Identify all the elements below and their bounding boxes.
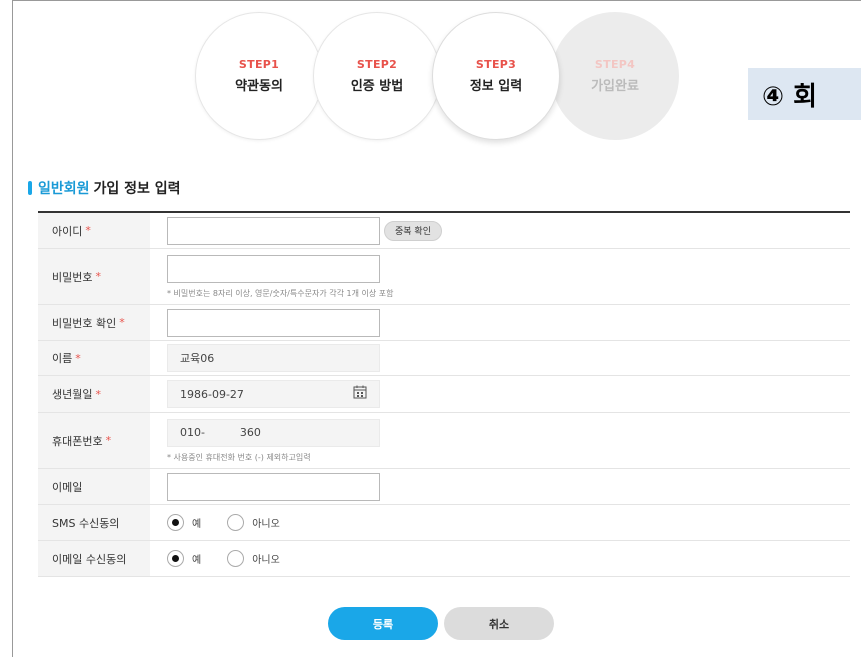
email-consent-no-label: 아니오 bbox=[252, 555, 280, 566]
id-label: 아이디 * bbox=[38, 213, 150, 248]
email-consent-yes-radio[interactable] bbox=[167, 550, 184, 567]
signup-form: 아이디 * 중복 확인 비밀번호 * * 비밀번호는 8자리 이상, 영문/숫자/특… bbox=[38, 211, 850, 577]
phone-hint: * 사용중인 휴대전화 번호 (-) 제외하고입력 bbox=[167, 452, 311, 462]
required-mark: * bbox=[105, 434, 112, 447]
form-actions: 등록 취소 bbox=[328, 607, 554, 640]
name-label: 이름 * bbox=[38, 341, 150, 375]
step-indicator: STEP1 약관동의 STEP2 인증 방법 STEP4 가입완료 STEP3 … bbox=[195, 12, 695, 152]
birth-label: 생년월일 * bbox=[38, 376, 150, 412]
id-input[interactable] bbox=[167, 216, 380, 245]
form-row-sms: SMS 수신동의 예 아니오 bbox=[38, 505, 850, 541]
password-confirm-label: 비밀번호 확인 * bbox=[38, 305, 150, 340]
step-2: STEP2 인증 방법 bbox=[313, 12, 441, 140]
calendar-icon[interactable] bbox=[353, 385, 367, 403]
email-consent-label: 이메일 수신동의 bbox=[38, 541, 150, 576]
section-title: 일반회원 가입 정보 입력 bbox=[28, 178, 181, 198]
password-confirm-input[interactable] bbox=[167, 308, 380, 337]
email-consent-no-radio[interactable] bbox=[227, 550, 245, 567]
required-mark: * bbox=[95, 387, 101, 401]
password-hint: * 비밀번호는 8자리 이상, 영문/숫자/특수문자가 각각 1개 이상 포함 bbox=[167, 288, 394, 298]
step-4-number: STEP4 bbox=[594, 58, 636, 71]
sms-yes-label: 예 bbox=[192, 519, 202, 530]
step-2-label: 인증 방법 bbox=[350, 79, 404, 94]
form-row-email: 이메일 bbox=[38, 469, 850, 505]
form-row-birth: 생년월일 * 1986-09-27 bbox=[38, 376, 850, 413]
phone-label: 휴대폰번호 * bbox=[38, 413, 150, 468]
form-row-phone: 휴대폰번호 * 010- 360 * 사용중인 휴대전화 번호 (-) 제외하고입… bbox=[38, 413, 850, 469]
phone-input: 010- 360 bbox=[167, 418, 380, 447]
password-label: 비밀번호 * bbox=[38, 249, 150, 304]
sms-yes-radio[interactable] bbox=[167, 514, 184, 531]
step-2-number: STEP2 bbox=[356, 58, 398, 71]
required-mark: * bbox=[85, 224, 91, 237]
form-row-email-consent: 이메일 수신동의 예 아니오 bbox=[38, 541, 850, 577]
sms-no-radio[interactable] bbox=[227, 514, 245, 531]
form-row-name: 이름 * 교육06 bbox=[38, 341, 850, 376]
email-consent-yes-label: 예 bbox=[192, 555, 202, 566]
step-4: STEP4 가입완료 bbox=[551, 12, 679, 140]
cancel-button[interactable]: 취소 bbox=[444, 607, 554, 640]
step-1-label: 약관동의 bbox=[235, 79, 283, 94]
step-3-label: 정보 입력 bbox=[469, 79, 523, 94]
step-1-number: STEP1 bbox=[238, 58, 280, 71]
email-input[interactable] bbox=[167, 472, 380, 501]
birth-value: 1986-09-27 bbox=[180, 387, 244, 401]
duplicate-check-button[interactable]: 중복 확인 bbox=[384, 220, 442, 241]
required-mark: * bbox=[119, 316, 125, 329]
sms-no-label: 아니오 bbox=[252, 519, 280, 530]
form-row-password: 비밀번호 * * 비밀번호는 8자리 이상, 영문/숫자/특수문자가 각각 1개 … bbox=[38, 249, 850, 305]
password-input[interactable] bbox=[167, 254, 380, 283]
section-title-bar bbox=[28, 181, 32, 195]
section-title-text: 가입 정보 입력 bbox=[93, 181, 181, 197]
step-3-number: STEP3 bbox=[475, 58, 517, 71]
email-label: 이메일 bbox=[38, 469, 150, 504]
section-title-highlight: 일반회원 bbox=[38, 181, 90, 197]
birth-input[interactable]: 1986-09-27 bbox=[167, 380, 380, 408]
form-row-password-confirm: 비밀번호 확인 * bbox=[38, 305, 850, 341]
submit-button[interactable]: 등록 bbox=[328, 607, 438, 640]
step-badge: ④ 회 bbox=[748, 68, 861, 120]
step-3: STEP3 정보 입력 bbox=[432, 12, 560, 140]
form-row-id: 아이디 * 중복 확인 bbox=[38, 213, 850, 249]
required-mark: * bbox=[95, 270, 101, 283]
step-4-label: 가입완료 bbox=[591, 79, 639, 94]
step-1: STEP1 약관동의 bbox=[195, 12, 323, 140]
required-mark: * bbox=[75, 351, 81, 365]
name-input: 교육06 bbox=[167, 344, 380, 372]
sms-label: SMS 수신동의 bbox=[38, 505, 150, 540]
